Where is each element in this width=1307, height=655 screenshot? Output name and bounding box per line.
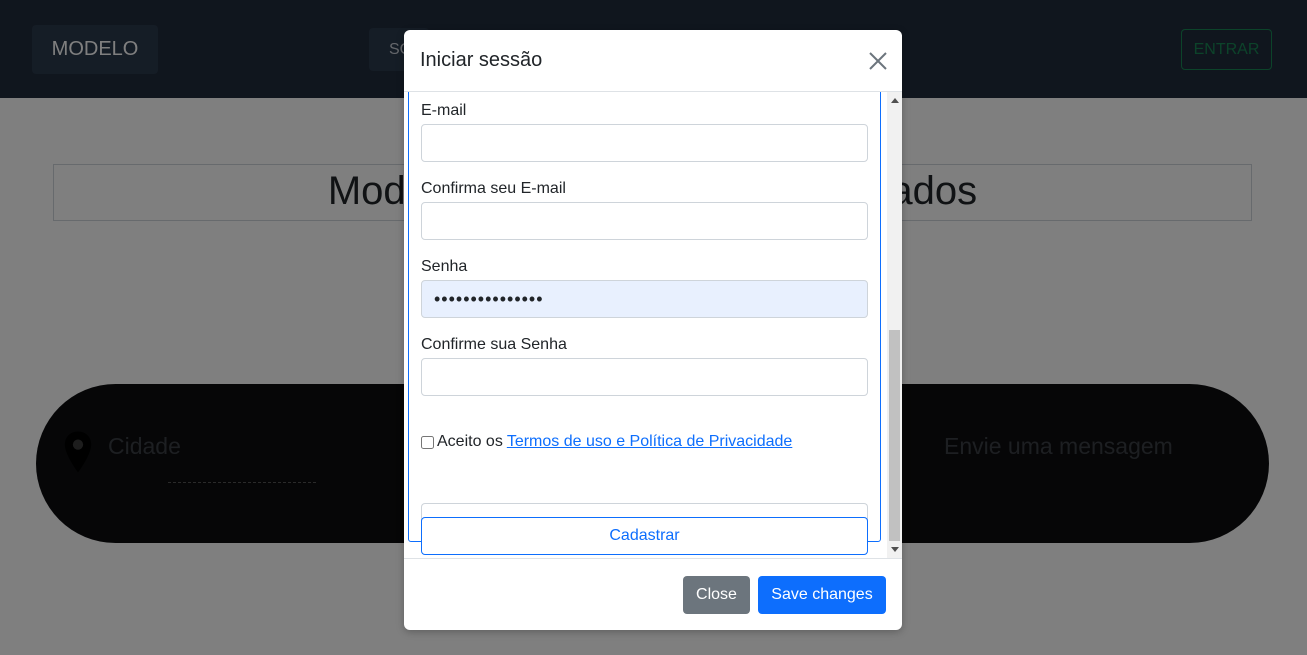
scroll-up-arrow-icon[interactable] <box>891 98 899 103</box>
terms-row: Aceito os Termos de uso e Política de Pr… <box>421 433 792 451</box>
scroll-thumb[interactable] <box>889 330 900 541</box>
confirm-email-label: Confirma seu E-mail <box>421 180 566 197</box>
modal-title: Iniciar sessão <box>420 49 543 71</box>
close-button[interactable]: Close <box>683 576 750 614</box>
modal-footer: Close Save changes <box>404 558 902 630</box>
email-field[interactable] <box>421 124 868 162</box>
password-field[interactable] <box>421 280 868 318</box>
save-changes-button[interactable]: Save changes <box>758 576 886 614</box>
page: MODELO SOBRE ENTRAR Modelo de site para … <box>0 0 1307 655</box>
terms-prefix: Aceito os <box>437 433 503 450</box>
close-icon[interactable] <box>865 48 891 74</box>
register-button[interactable]: Cadastrar <box>421 517 868 555</box>
email-label: E-mail <box>421 102 467 119</box>
terms-checkbox[interactable] <box>421 435 434 449</box>
confirm-password-label: Confirme sua Senha <box>421 336 567 353</box>
login-modal: Iniciar sessão E-mail Confirma seu E-mai… <box>404 30 902 630</box>
modal-body: E-mail Confirma seu E-mail Senha Confirm… <box>404 92 902 558</box>
modal-header: Iniciar sessão <box>404 30 902 92</box>
terms-link[interactable]: Termos de uso e Política de Privacidade <box>507 433 792 451</box>
password-label: Senha <box>421 258 468 275</box>
scroll-down-arrow-icon[interactable] <box>891 547 899 552</box>
confirm-password-field[interactable] <box>421 358 868 396</box>
confirm-email-field[interactable] <box>421 202 868 240</box>
scrollbar[interactable] <box>887 92 902 558</box>
